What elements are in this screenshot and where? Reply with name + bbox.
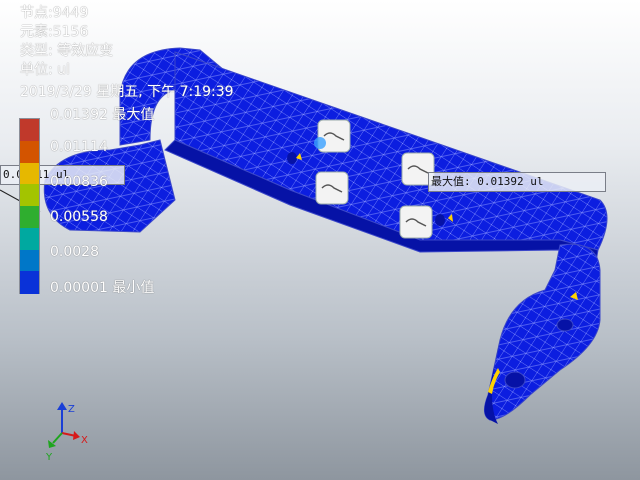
legend-color-segment [20,227,39,251]
legend-color-segment [20,249,39,273]
legend-tick: 0.00558 [50,209,108,225]
color-legend-bar [19,118,40,294]
legend-tick: 0.01114 [50,139,108,155]
node-count: 节点:9449 [20,5,89,21]
legend-color-segment [20,162,39,186]
legend-color-segment [20,184,39,207]
view-triad[interactable]: Z X Y [40,400,100,465]
z-axis-arrow-icon [57,402,67,410]
legend-tick-min: 0.00001 最小值 [50,280,155,296]
legend-tick: 0.0028 [50,244,99,260]
legend-tick: 0.00836 [50,174,108,190]
y-axis-label: Y [45,452,53,463]
z-axis-label: Z [68,404,75,415]
legend-color-segment [20,271,39,294]
legend-tick-max: 0.01392 最大值 [50,107,155,123]
legend-color-segment [20,140,39,164]
x-axis-arrow-icon [73,431,80,440]
x-axis-label: X [81,435,88,446]
max-probe-label[interactable]: 最大值: 0.01392 ul [428,172,606,192]
result-unit: 单位: ul [20,62,70,78]
result-type: 类型: 等效应变 [20,43,114,59]
timestamp: 2019/3/29 星期五, 下午 7:19:39 [20,84,234,100]
legend-color-segment [20,119,39,142]
y-axis-line [52,432,63,444]
element-count: 元素:5156 [20,24,89,40]
legend-color-segment [20,206,39,229]
